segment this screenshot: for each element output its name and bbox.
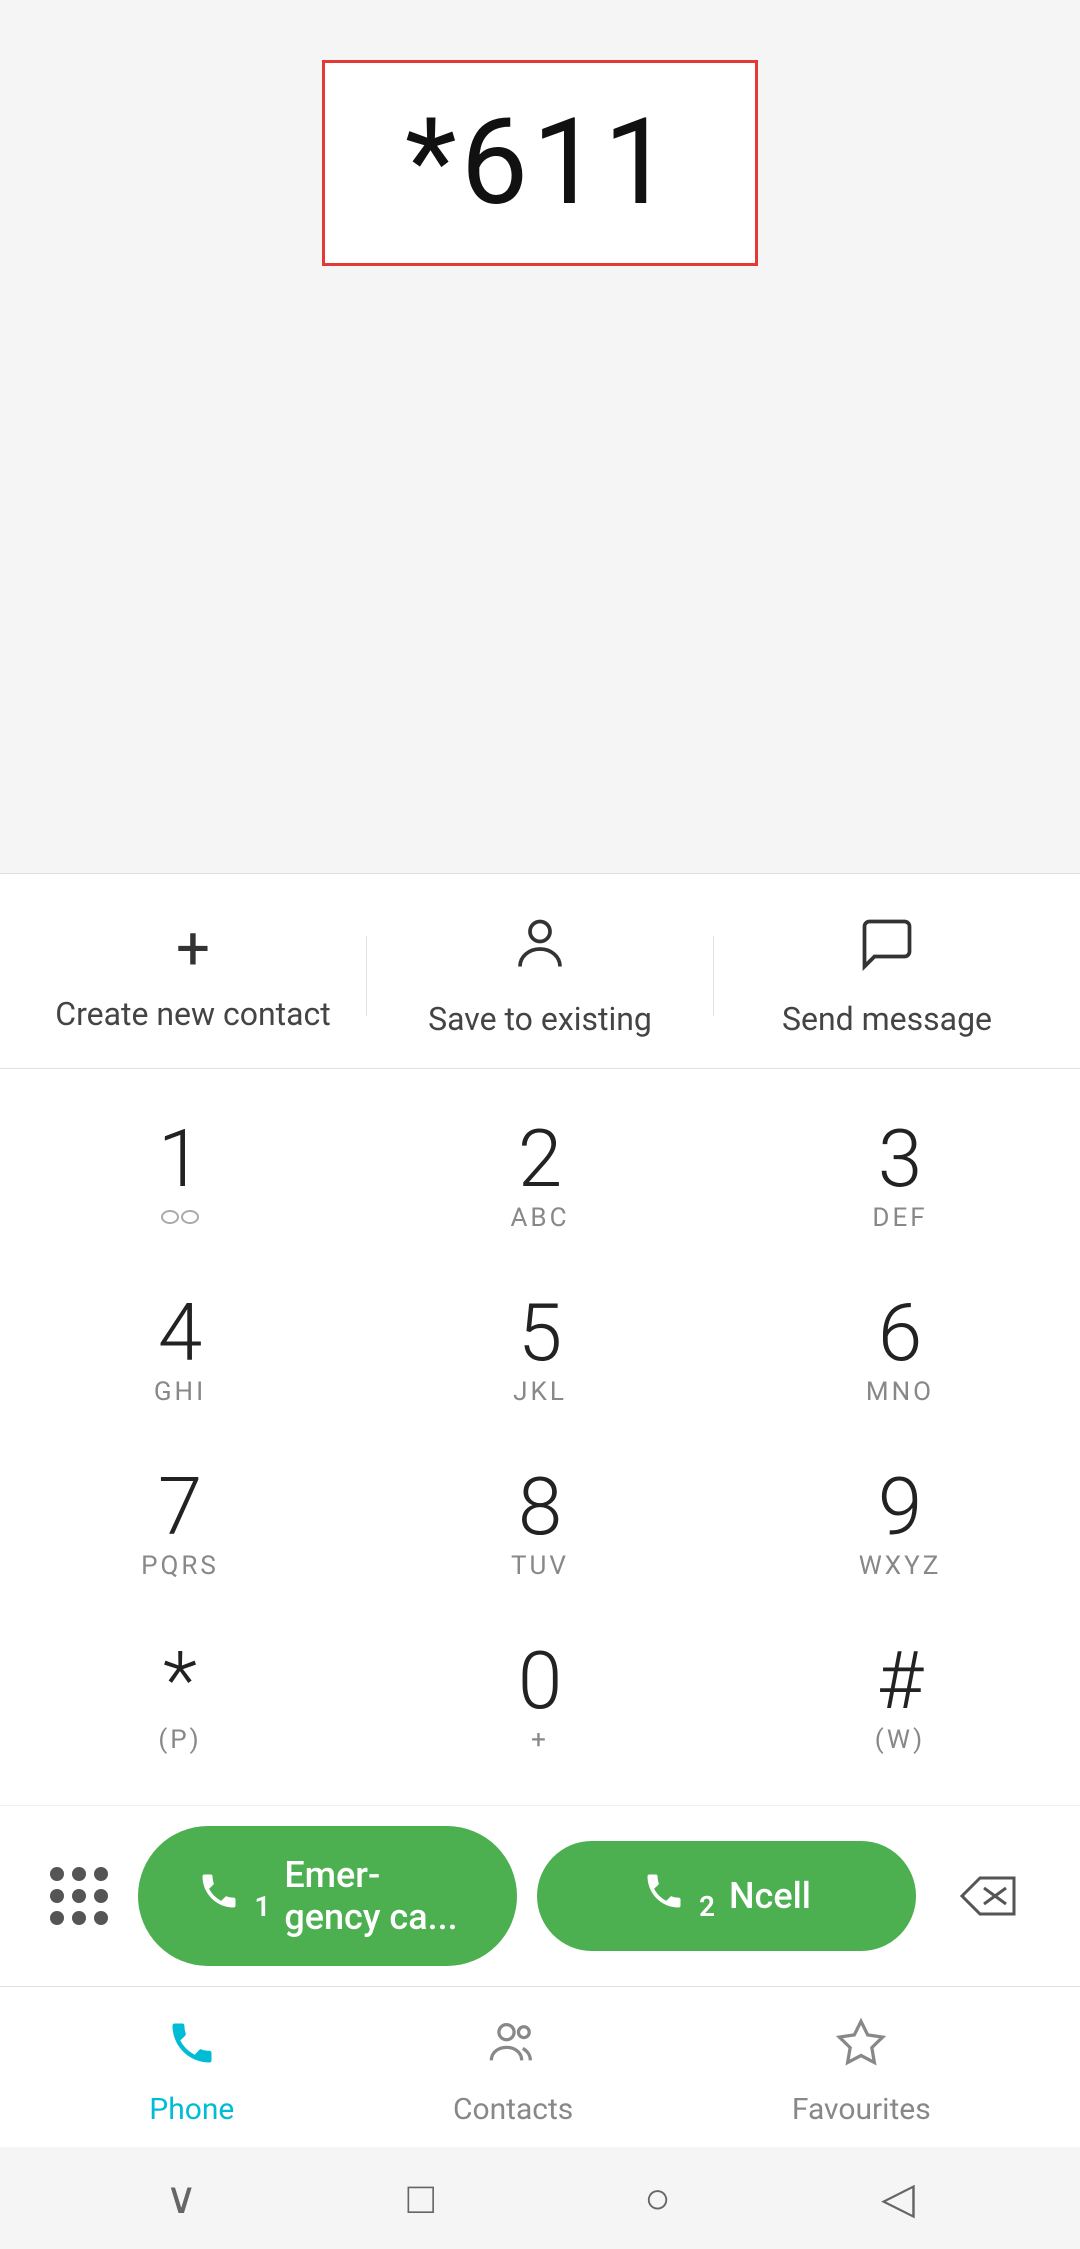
create-new-contact-label: Create new contact	[55, 995, 331, 1033]
dial-key-star[interactable]: * (P)	[0, 1611, 360, 1785]
dial-number-9: 9	[878, 1467, 922, 1547]
dial-letters-1	[160, 1203, 200, 1233]
plus-icon: +	[176, 919, 210, 979]
dial-letters-6: MNO	[866, 1377, 934, 1407]
dial-number-8: 8	[518, 1467, 562, 1547]
nav-phone[interactable]: Phone	[149, 2017, 234, 2127]
dial-number-0: 0	[518, 1641, 562, 1721]
dial-number-6: 6	[878, 1293, 922, 1373]
dial-letters-3: DEF	[872, 1203, 927, 1233]
favourites-nav-label: Favourites	[792, 2092, 931, 2127]
dial-key-0[interactable]: 0 +	[360, 1611, 720, 1785]
chat-icon	[857, 914, 917, 984]
dial-key-1[interactable]: 1	[0, 1089, 360, 1263]
dialpad: 1 2 ABC 3 DEF 4 GHI 5 JKL 6 MNO 7 PQRS 8…	[0, 1069, 1080, 1805]
dial-key-2[interactable]: 2 ABC	[360, 1089, 720, 1263]
dial-number-4: 4	[158, 1293, 202, 1373]
recents-button[interactable]: □	[408, 2172, 435, 2224]
save-to-existing-button[interactable]: Save to existing	[367, 914, 713, 1038]
nav-favourites[interactable]: Favourites	[792, 2017, 931, 2127]
person-icon	[510, 914, 570, 984]
contacts-nav-label: Contacts	[453, 2092, 573, 2127]
dial-key-3[interactable]: 3 DEF	[720, 1089, 1080, 1263]
emergency-sim-number: 1	[197, 1869, 270, 1922]
dial-letters-star: (P)	[158, 1725, 201, 1755]
dial-number-2: 2	[518, 1119, 562, 1199]
dial-number-hash: #	[877, 1641, 924, 1721]
send-message-button[interactable]: Send message	[714, 914, 1060, 1038]
ncell-sim-number: 2	[642, 1869, 715, 1922]
home-button[interactable]: ○	[644, 2172, 671, 2224]
favourites-nav-icon	[835, 2017, 887, 2082]
ncell-call-label: Ncell	[729, 1875, 811, 1917]
dial-number-star: *	[163, 1641, 197, 1721]
dial-key-9[interactable]: 9 WXYZ	[720, 1437, 1080, 1611]
dial-key-7[interactable]: 7 PQRS	[0, 1437, 360, 1611]
backspace-button[interactable]	[936, 1862, 1040, 1930]
dial-letters-4: GHI	[154, 1377, 206, 1407]
dial-key-8[interactable]: 8 TUV	[360, 1437, 720, 1611]
system-nav: ∨ □ ○ ◁	[0, 2147, 1080, 2249]
send-message-label: Send message	[782, 1000, 992, 1038]
ncell-call-button[interactable]: 2 Ncell	[537, 1841, 916, 1950]
top-section: *611	[0, 0, 1080, 306]
show-dialpad-button[interactable]	[40, 1857, 118, 1935]
dial-key-5[interactable]: 5 JKL	[360, 1263, 720, 1437]
bottom-action-bar: 1 Emer-gency ca... 2 Ncell	[0, 1805, 1080, 1986]
back-button[interactable]: ◁	[881, 2172, 915, 2224]
dial-key-6[interactable]: 6 MNO	[720, 1263, 1080, 1437]
phone-nav-icon	[166, 2017, 218, 2082]
nav-contacts[interactable]: Contacts	[453, 2017, 573, 2127]
dial-number-7: 7	[158, 1467, 202, 1547]
dial-key-4[interactable]: 4 GHI	[0, 1263, 360, 1437]
contacts-nav-icon	[487, 2017, 539, 2082]
create-new-contact-button[interactable]: + Create new contact	[20, 919, 366, 1033]
dial-letters-9: WXYZ	[859, 1551, 942, 1581]
dial-key-hash[interactable]: # (W)	[720, 1611, 1080, 1785]
dial-number-1: 1	[158, 1119, 202, 1199]
spacer	[0, 306, 1080, 873]
dial-letters-5: JKL	[513, 1377, 567, 1407]
dialed-number: *611	[405, 93, 675, 233]
dial-letters-2: ABC	[510, 1203, 569, 1233]
save-to-existing-label: Save to existing	[428, 1000, 652, 1038]
dial-letters-8: TUV	[511, 1551, 569, 1581]
dial-letters-hash: (W)	[875, 1725, 925, 1755]
notifications-button[interactable]: ∨	[165, 2172, 197, 2224]
phone-nav-label: Phone	[149, 2092, 234, 2127]
dial-number-3: 3	[878, 1119, 922, 1199]
emergency-call-button[interactable]: 1 Emer-gency ca...	[138, 1826, 517, 1966]
dial-number-5: 5	[518, 1293, 562, 1373]
bottom-nav: Phone Contacts Favourites	[0, 1986, 1080, 2147]
contact-actions: + Create new contact Save to existing Se…	[0, 873, 1080, 1069]
emergency-call-label: Emer-gency ca...	[284, 1854, 457, 1938]
dial-letters-0: +	[531, 1725, 549, 1755]
dial-letters-7: PQRS	[141, 1551, 219, 1581]
dialed-number-box[interactable]: *611	[322, 60, 758, 266]
